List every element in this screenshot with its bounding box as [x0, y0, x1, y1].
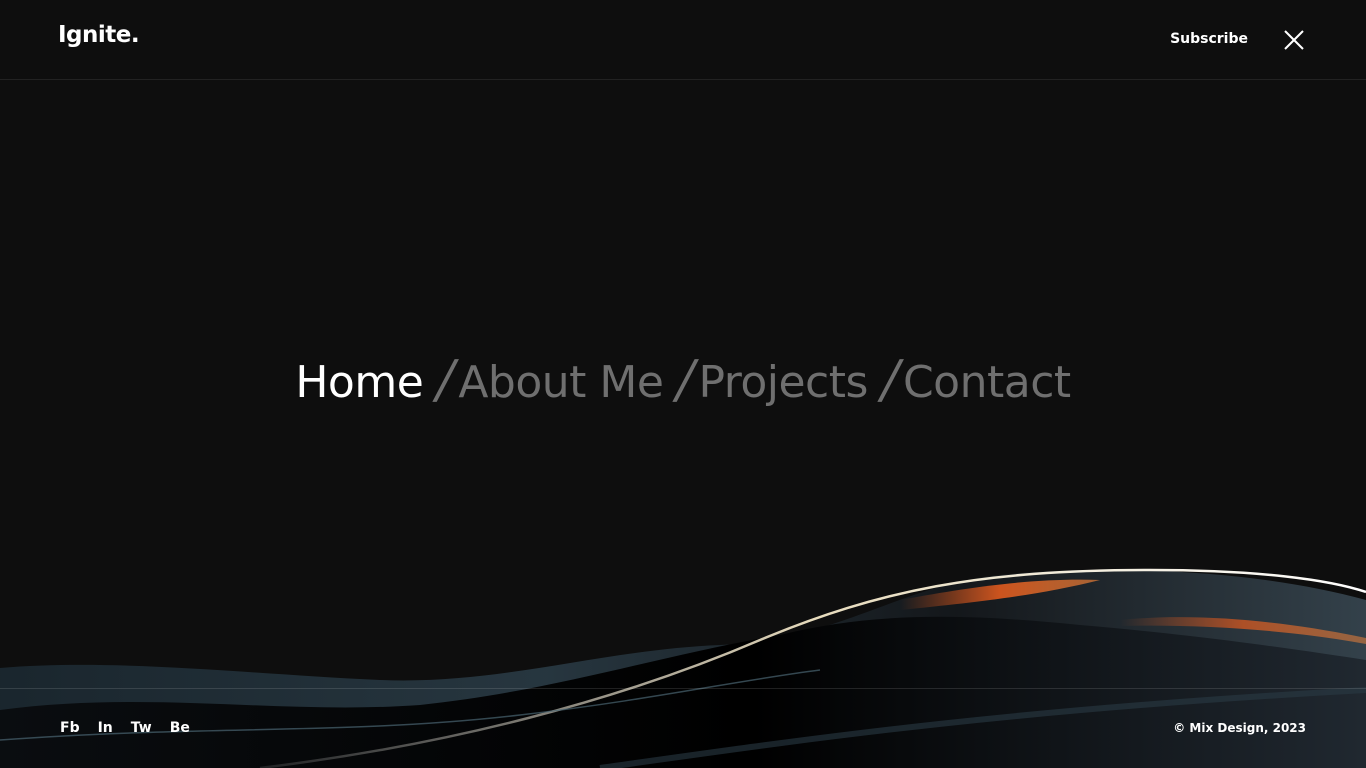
nav-item-about-me[interactable]: About Me	[458, 357, 664, 408]
nav-separator: /	[671, 350, 701, 410]
footer-divider	[0, 688, 1366, 689]
close-icon[interactable]	[1282, 28, 1306, 52]
social-link-behance[interactable]: Be	[170, 720, 190, 736]
social-link-linkedin[interactable]: In	[98, 720, 113, 736]
header: Ignite. Subscribe	[0, 0, 1366, 80]
subscribe-button[interactable]: Subscribe	[1170, 31, 1248, 47]
nav-item-projects[interactable]: Projects	[698, 357, 868, 408]
page: Ignite. Subscribe Home/About Me/Projects…	[0, 0, 1366, 768]
nav-separator: /	[875, 350, 906, 410]
copyright-text: © Mix Design, 2023	[1173, 721, 1306, 735]
main-nav: Home/About Me/Projects/Contact	[0, 350, 1366, 413]
social-link-facebook[interactable]: Fb	[60, 720, 80, 736]
logo[interactable]: Ignite.	[58, 22, 140, 48]
nav-item-home[interactable]: Home	[295, 357, 423, 408]
nav-item-contact[interactable]: Contact	[903, 357, 1071, 408]
nav-separator: /	[430, 350, 461, 410]
social-link-twitter[interactable]: Tw	[131, 720, 152, 736]
social-links: Fb In Tw Be	[60, 720, 208, 736]
